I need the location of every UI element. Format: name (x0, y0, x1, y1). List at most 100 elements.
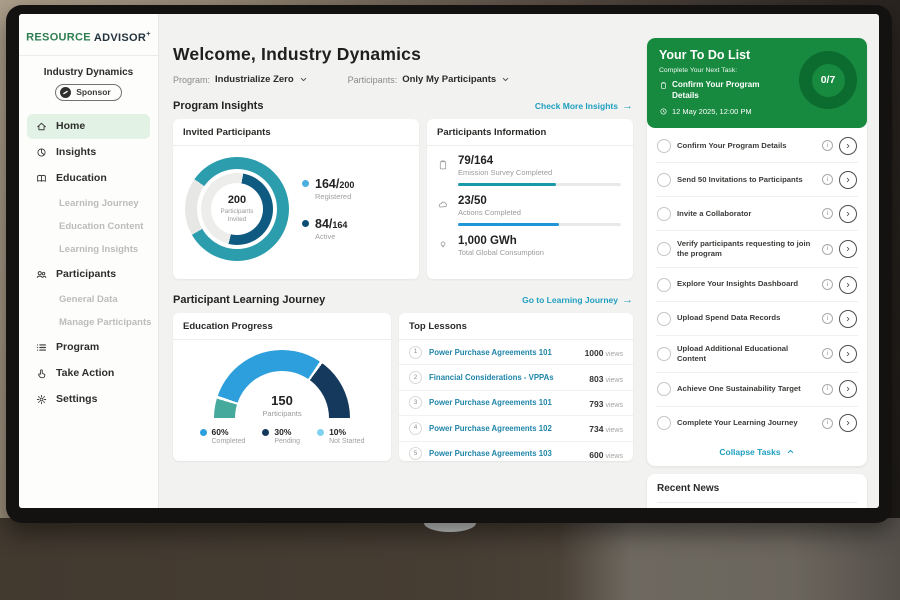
cloud-icon (437, 195, 450, 226)
task-checkbox[interactable] (657, 416, 671, 430)
todo-header: Your To Do List Complete Your Next Task:… (647, 38, 867, 128)
rank-badge: 3 (409, 396, 422, 409)
task-checkbox[interactable] (657, 173, 671, 187)
org-name: Industry Dynamics (19, 67, 158, 78)
sponsor-badge[interactable]: Sponsor (55, 84, 121, 101)
sidebar-item-participants[interactable]: Participants (27, 262, 150, 287)
lesson-link[interactable]: Power Purchase Agreements 101 (429, 348, 578, 357)
chevron-right-button[interactable] (839, 205, 857, 223)
chevron-right-button[interactable] (839, 380, 857, 398)
rank-badge: 2 (409, 371, 422, 384)
section-title-program-insights: Program Insights (173, 100, 263, 112)
participants-filter-value: Only My Participants (402, 74, 496, 85)
lesson-row: 4 Power Purchase Agreements 102 734views (399, 416, 633, 441)
dashboard-screen: RESOURCEADVISOR+ Industry Dynamics Spons… (19, 14, 879, 508)
info-icon[interactable]: i (822, 174, 833, 185)
invited-participants-card: Invited Participants 200 Participants In… (173, 119, 419, 279)
info-icon[interactable]: i (822, 313, 833, 324)
task-checkbox[interactable] (657, 242, 671, 256)
collapse-tasks-link[interactable]: Collapse Tasks (647, 440, 867, 466)
task-row: Upload Spend Data Records i (656, 302, 858, 336)
page-title: Welcome, Industry Dynamics (173, 44, 633, 65)
task-checkbox[interactable] (657, 312, 671, 326)
sidebar-item-label: Participants (56, 268, 116, 280)
task-row: Invite a Collaborator i (656, 197, 858, 231)
legend-item-active: 84/164 Active (302, 217, 354, 241)
sponsor-badge-icon (60, 87, 71, 98)
lesson-row: 2 Financial Considerations - VPPAs 803vi… (399, 365, 633, 390)
task-checkbox[interactable] (657, 207, 671, 221)
task-checkbox[interactable] (657, 347, 671, 361)
take-action-icon (35, 367, 48, 380)
chevron-right-button[interactable] (839, 414, 857, 432)
task-checkbox[interactable] (657, 139, 671, 153)
info-icon[interactable]: i (822, 140, 833, 151)
sidebar-item-education[interactable]: Education (27, 166, 150, 191)
sidebar-item-take-action[interactable]: Take Action (27, 361, 150, 386)
sidebar-item-program[interactable]: Program (27, 335, 150, 360)
lesson-row: 5 Power Purchase Agreements 103 600views (399, 442, 633, 461)
task-checkbox[interactable] (657, 382, 671, 396)
sidebar-item-label: Settings (56, 393, 97, 405)
education-icon (35, 172, 48, 185)
chevron-right-button[interactable] (839, 310, 857, 328)
task-list: Confirm Your Program Details i Send 50 I… (647, 128, 867, 440)
info-icon[interactable]: i (822, 348, 833, 359)
sidebar-item-settings[interactable]: Settings (27, 387, 150, 412)
sidebar-item-home[interactable]: Home (27, 114, 150, 139)
logo-advisor: ADVISOR (94, 32, 146, 44)
donut-center-label: Participants Invited (215, 208, 259, 225)
todo-card: Your To Do List Complete Your Next Task:… (647, 38, 867, 466)
go-to-learning-journey-link[interactable]: Go to Learning Journey → (522, 295, 633, 306)
participants-filter-dropdown[interactable]: Participants: Only My Participants (348, 74, 511, 85)
sidebar-item-general-data[interactable]: General Data (19, 288, 158, 311)
sidebar-item-learning-journey[interactable]: Learning Journey (19, 192, 158, 215)
chevron-right-button[interactable] (839, 240, 857, 258)
participants-icon (35, 268, 48, 281)
sidebar-item-manage-participants[interactable]: Manage Participants (19, 311, 158, 334)
todo-next-task: Confirm Your Program Details (659, 80, 787, 101)
chevron-right-button[interactable] (839, 171, 857, 189)
info-icon[interactable]: i (822, 418, 833, 429)
actions-completed-progress-bar (458, 223, 621, 226)
clipboard-icon (659, 81, 668, 90)
survey-clipboard-icon (437, 155, 450, 186)
info-icon[interactable]: i (822, 208, 833, 219)
pending-dot-icon (262, 429, 269, 436)
task-row: Send 50 Invitations to Participants i (656, 163, 858, 197)
sidebar-item-learning-insights[interactable]: Learning Insights (19, 238, 158, 261)
program-filter-dropdown[interactable]: Program: Industrialize Zero (173, 74, 308, 85)
chevron-up-icon (786, 447, 795, 456)
chevron-right-button[interactable] (839, 137, 857, 155)
lesson-link[interactable]: Power Purchase Agreements 101 (429, 398, 582, 407)
todo-progress-ring: 0/7 (799, 51, 857, 109)
info-icon[interactable]: i (822, 279, 833, 290)
legend-item-registered: 164/200 Registered (302, 177, 354, 201)
lesson-row: 3 Power Purchase Agreements 101 793views (399, 391, 633, 416)
gauge-legend: 60%Completed 30%Pending 10%Not Started (200, 427, 365, 445)
sidebar-item-insights[interactable]: Insights (27, 140, 150, 165)
arrow-right-icon: → (622, 295, 633, 306)
info-icon[interactable]: i (822, 244, 833, 255)
program-filter-label: Program: (173, 75, 210, 85)
chevron-right-button[interactable] (839, 276, 857, 294)
task-row: Explore Your Insights Dashboard i (656, 268, 858, 302)
task-checkbox[interactable] (657, 278, 671, 292)
lesson-link[interactable]: Financial Considerations - VPPAs (429, 373, 582, 382)
rank-badge: 5 (409, 447, 422, 460)
rank-badge: 4 (409, 422, 422, 435)
chevron-right-button[interactable] (839, 345, 857, 363)
info-icon[interactable]: i (822, 384, 833, 395)
check-more-insights-link[interactable]: Check More Insights → (535, 101, 633, 112)
recent-news-title: Recent News (657, 483, 857, 503)
sidebar-item-label: Take Action (56, 367, 114, 379)
todo-progress-value: 0/7 (812, 64, 845, 97)
monitor-bezel: RESOURCEADVISOR+ Industry Dynamics Spons… (6, 5, 892, 523)
lesson-link[interactable]: Power Purchase Agreements 103 (429, 449, 582, 458)
sidebar-item-education-content[interactable]: Education Content (19, 215, 158, 238)
task-row: Verify participants requesting to join t… (656, 231, 858, 268)
main-content: Welcome, Industry Dynamics Program: Indu… (159, 14, 647, 508)
participants-filter-label: Participants: (348, 75, 398, 85)
program-icon (35, 341, 48, 354)
lesson-link[interactable]: Power Purchase Agreements 102 (429, 424, 582, 433)
